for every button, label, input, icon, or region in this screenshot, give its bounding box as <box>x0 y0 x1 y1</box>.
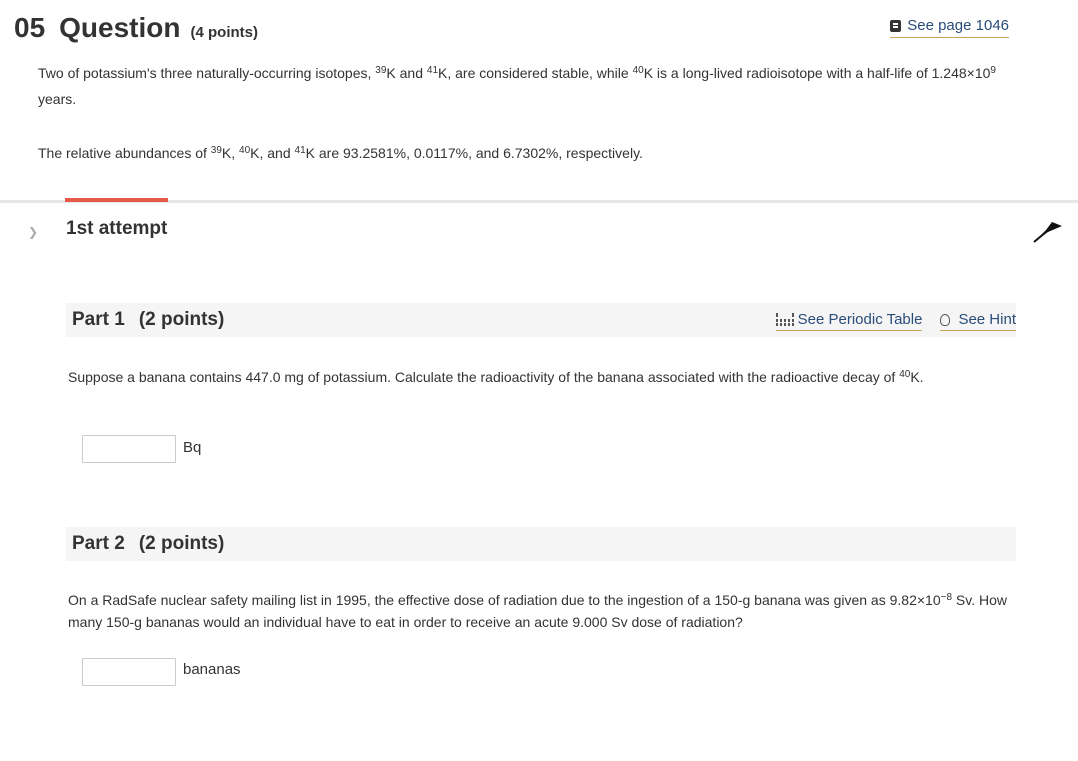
chevron-down-icon[interactable]: ❯ <box>28 225 38 239</box>
part1-unit: Bq <box>183 439 202 456</box>
see-page-label: See page 1046 <box>907 17 1009 34</box>
question-intro: Two of potassium's three naturally-occur… <box>38 60 1028 166</box>
part2-header: Part 2 (2 points) <box>66 527 1016 561</box>
book-icon <box>890 19 902 32</box>
question-header: 05 Question (4 points) <box>14 12 258 44</box>
intro-paragraph-1: Two of potassium's three naturally-occur… <box>38 65 996 107</box>
attempt-tab-accent <box>65 198 168 202</box>
periodic-table-icon <box>775 313 794 326</box>
part1-answer-input[interactable] <box>82 435 176 463</box>
part2-label: Part 2 <box>72 533 125 554</box>
question-title: Question <box>59 12 181 43</box>
part1-label: Part 1 <box>72 309 125 330</box>
question-number: 05 <box>14 12 46 43</box>
part2-points: (2 points) <box>138 533 225 554</box>
lightbulb-icon <box>940 313 951 326</box>
part2-unit: bananas <box>183 661 241 678</box>
periodic-table-link[interactable]: See Periodic Table <box>775 311 923 331</box>
part1-header: Part 1 (2 points) See Periodic Table See … <box>66 303 1016 337</box>
question-points: (4 points) <box>190 24 259 41</box>
part1-points: (2 points) <box>138 309 225 330</box>
attempt-label[interactable]: 1st attempt <box>66 218 167 240</box>
pin-icon[interactable] <box>1032 220 1064 244</box>
part2-question-text: On a RadSafe nuclear safety mailing list… <box>68 592 1007 630</box>
see-page-link[interactable]: See page 1046 <box>890 17 1009 38</box>
intro-paragraph-2: The relative abundances of 39K, 40K, and… <box>38 145 643 161</box>
part2-answer-input[interactable] <box>82 658 176 686</box>
part1-question-text: Suppose a banana contains 447.0 mg of po… <box>68 369 924 385</box>
hint-link[interactable]: See Hint <box>940 311 1016 331</box>
